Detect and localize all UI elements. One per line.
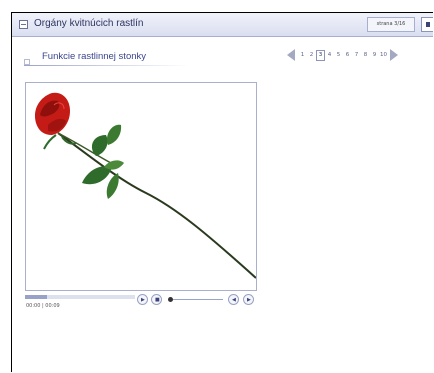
prev-page-arrow-icon[interactable]	[287, 49, 295, 61]
collapse-icon[interactable]	[19, 20, 28, 29]
section-divider	[24, 65, 189, 66]
page-link-5[interactable]: 5	[334, 51, 343, 60]
speaker-loud-icon: ▶	[247, 297, 251, 303]
time-readout: 00:00 | 00:09	[26, 303, 60, 309]
volume-slider[interactable]	[173, 299, 223, 300]
page-link-7[interactable]: 7	[352, 51, 361, 60]
window-title: Orgány kvitnúcich rastlín	[34, 18, 144, 29]
progress-fill	[25, 295, 47, 299]
section-title: Funkcie rastlinnej stonky	[42, 51, 147, 62]
media-viewer	[25, 82, 257, 291]
title-bar: Orgány kvitnúcich rastlín strana 3/16	[12, 13, 433, 37]
app-window: Orgány kvitnúcich rastlín strana 3/16 Fu…	[11, 12, 433, 372]
page-link-2[interactable]: 2	[307, 51, 316, 60]
page-navigator: 1 2 3 4 5 6 7 8 9 10	[287, 46, 433, 64]
play-icon: ▶	[141, 297, 145, 303]
stop-button[interactable]: ■	[151, 294, 162, 305]
page-link-4[interactable]: 4	[325, 51, 334, 60]
play-button[interactable]: ▶	[137, 294, 148, 305]
rose-image	[34, 92, 256, 279]
arrow-right-icon	[426, 22, 430, 27]
speaker-icon: ◀	[232, 297, 236, 303]
page-link-9[interactable]: 9	[370, 51, 379, 60]
next-page-button[interactable]	[421, 17, 433, 32]
page-link-3[interactable]: 3	[316, 49, 325, 61]
page-link-10[interactable]: 10	[379, 51, 388, 60]
progress-bar[interactable]	[25, 295, 135, 299]
stop-icon: ■	[155, 297, 160, 303]
volume-up-button[interactable]: ▶	[243, 294, 254, 305]
page-link-8[interactable]: 8	[361, 51, 370, 60]
page-link-1[interactable]: 1	[298, 51, 307, 60]
volume-down-button[interactable]: ◀	[228, 294, 239, 305]
next-page-arrow-icon[interactable]	[390, 49, 398, 61]
page-link-6[interactable]: 6	[343, 51, 352, 60]
page-indicator: strana 3/16	[367, 17, 415, 32]
